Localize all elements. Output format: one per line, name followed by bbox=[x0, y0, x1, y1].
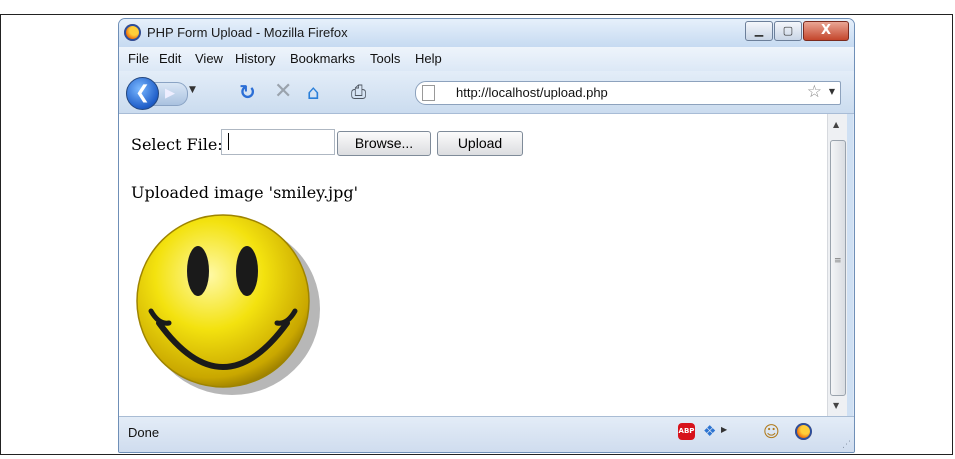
stop-icon[interactable]: ✕ bbox=[274, 80, 292, 104]
browse-button[interactable]: Browse... bbox=[337, 131, 431, 156]
menu-edit[interactable]: Edit bbox=[159, 51, 181, 66]
history-dropdown-icon[interactable]: ▼ bbox=[189, 85, 196, 95]
greasemonkey-icon[interactable]: ☺ bbox=[763, 422, 780, 441]
upload-button[interactable]: Upload bbox=[437, 131, 523, 156]
forward-arrow-icon: ▶ bbox=[165, 86, 175, 101]
scroll-down-arrow-icon[interactable]: ▼ bbox=[833, 401, 839, 410]
minimize-icon: ▁ bbox=[754, 24, 764, 37]
close-button[interactable]: X bbox=[803, 21, 849, 41]
window-controls: ▁ ▢ X bbox=[744, 21, 849, 41]
maximize-icon: ▢ bbox=[782, 24, 794, 37]
print-icon[interactable]: ⎙ bbox=[351, 80, 366, 104]
menu-tools[interactable]: Tools bbox=[370, 51, 400, 66]
sync-icon[interactable]: ❖ bbox=[703, 422, 720, 440]
home-icon[interactable]: ⌂ bbox=[307, 80, 320, 104]
menu-view[interactable]: View bbox=[195, 51, 223, 66]
smiley-face bbox=[136, 214, 310, 388]
page-icon bbox=[422, 85, 435, 101]
window-title: PHP Form Upload - Mozilla Firefox bbox=[147, 25, 348, 40]
select-file-label: Select File: bbox=[131, 135, 223, 154]
firefox-addon-icon[interactable] bbox=[795, 423, 812, 440]
navigation-toolbar: ▶ ❮ ▼ ↻ ✕ ⌂ ⎙ http://localhost/upload.ph… bbox=[119, 71, 854, 114]
menu-file[interactable]: File bbox=[128, 51, 149, 66]
menu-bookmarks[interactable]: Bookmarks bbox=[290, 51, 355, 66]
minimize-button[interactable]: ▁ bbox=[745, 21, 773, 41]
sync-dropdown-icon[interactable]: ▶ bbox=[721, 425, 738, 442]
scrollbar-thumb[interactable] bbox=[830, 140, 846, 396]
scroll-up-arrow-icon[interactable]: ▲ bbox=[833, 120, 839, 129]
page-content: Select File: Browse... Upload Uploaded i… bbox=[119, 114, 827, 416]
close-icon: X bbox=[820, 23, 832, 38]
title-bar: PHP Form Upload - Mozilla Firefox ▁ ▢ X bbox=[119, 19, 854, 47]
status-bar: Done ABP ❖ ▶ ☺ ⋰ bbox=[119, 416, 854, 452]
smiley-image bbox=[136, 214, 320, 395]
url-text: http://localhost/upload.php bbox=[456, 85, 608, 100]
back-button[interactable]: ❮ bbox=[126, 77, 159, 110]
url-dropdown-icon[interactable]: ▼ bbox=[829, 87, 835, 96]
vertical-scrollbar[interactable]: ▲ ≡ ▼ bbox=[827, 114, 847, 416]
firefox-logo-icon bbox=[124, 24, 141, 41]
adblock-icon[interactable]: ABP bbox=[678, 423, 695, 440]
maximize-button[interactable]: ▢ bbox=[774, 21, 802, 41]
scrollbar-grip-icon: ≡ bbox=[834, 256, 842, 266]
menu-bar: File Edit View History Bookmarks Tools H… bbox=[119, 47, 854, 71]
file-path-input[interactable] bbox=[221, 129, 335, 155]
text-caret bbox=[228, 133, 229, 150]
smiley-right-eye bbox=[236, 246, 258, 296]
reload-icon[interactable]: ↻ bbox=[239, 80, 256, 104]
bookmark-star-icon[interactable]: ☆ bbox=[807, 82, 822, 102]
menu-history[interactable]: History bbox=[235, 51, 275, 66]
url-bar[interactable]: http://localhost/upload.php ☆ ▼ bbox=[415, 81, 841, 105]
back-arrow-icon: ❮ bbox=[134, 82, 151, 103]
menu-help[interactable]: Help bbox=[415, 51, 442, 66]
resize-grip-icon[interactable]: ⋰ bbox=[842, 440, 851, 450]
upload-result-message: Uploaded image 'smiley.jpg' bbox=[131, 183, 359, 202]
browser-window: PHP Form Upload - Mozilla Firefox ▁ ▢ X … bbox=[118, 18, 855, 453]
smiley-left-eye bbox=[187, 246, 209, 296]
status-text: Done bbox=[128, 425, 160, 440]
